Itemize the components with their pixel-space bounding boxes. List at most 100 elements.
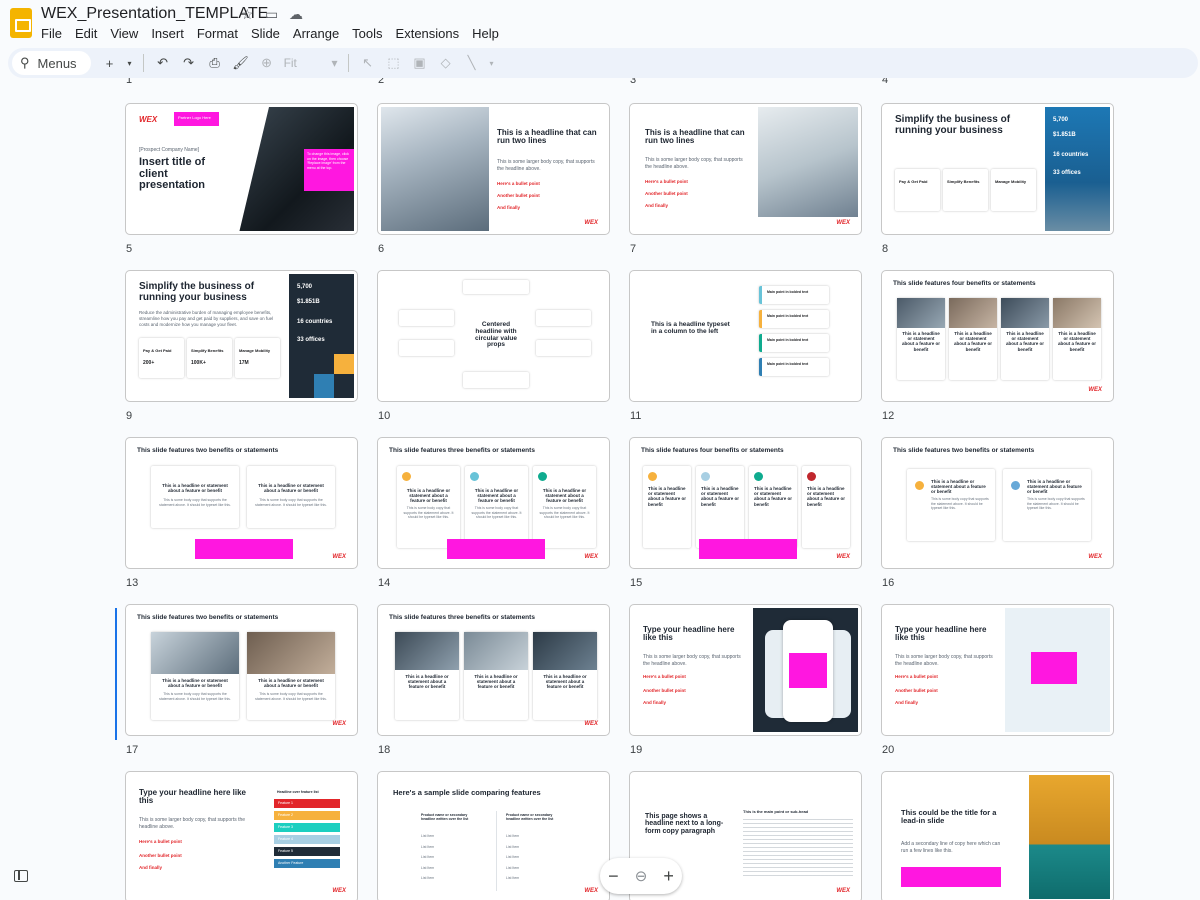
slide-title: This slide features three benefits or st…	[389, 447, 535, 454]
slide-thumbnail[interactable]: WEX Partner Logo Here [Prospect Company …	[125, 103, 358, 235]
slide-thumbnail[interactable]: Type your headline here like this This i…	[629, 604, 862, 736]
slide-body: Add a secondary line of copy here which …	[901, 841, 1001, 854]
slide-title: This is a headline that can run two line…	[645, 128, 745, 146]
search-icon: ⚲	[20, 55, 30, 70]
slide-thumbnail[interactable]: This slide features two benefits or stat…	[125, 437, 358, 569]
feature-list-title: Headline over feature list	[277, 790, 319, 794]
stat-revenue: $1.851B	[297, 299, 320, 305]
point-card: Main point in bolded text	[759, 286, 829, 304]
menu-help[interactable]: Help	[472, 25, 505, 43]
select-cursor-icon[interactable]: ↖	[357, 52, 379, 74]
slide-title: Centered headline with circular value pr…	[475, 321, 517, 349]
slide-thumbnail[interactable]: This slide features four benefits or sta…	[881, 270, 1114, 402]
zoom-in-icon[interactable]: +	[663, 866, 674, 887]
menu-slide[interactable]: Slide	[251, 25, 286, 43]
insert-image-icon[interactable]: ▣	[409, 52, 431, 74]
new-slide-icon[interactable]: +	[99, 52, 121, 74]
callout-box	[1031, 652, 1077, 684]
benefit-card: This is a headline or statement about a …	[464, 632, 528, 720]
menu-view[interactable]: View	[110, 25, 144, 43]
paint-format-icon[interactable]: 🖌	[230, 52, 252, 74]
new-slide-dropdown-icon[interactable]: ▾	[125, 52, 135, 74]
brand-logo: WEX	[139, 115, 158, 124]
zoom-icon[interactable]: ⊕	[256, 52, 278, 74]
zoom-reset-icon[interactable]: ⊖	[635, 867, 648, 885]
slide-thumbnail[interactable]: This is a headline that can run two line…	[377, 103, 610, 235]
menu-insert[interactable]: Insert	[151, 25, 190, 43]
menus-search-button[interactable]: ⚲ Menus	[12, 51, 91, 75]
line-icon[interactable]: ╲	[461, 52, 483, 74]
undo-icon[interactable]: ↶	[152, 52, 174, 74]
line-dropdown-icon[interactable]: ▾	[487, 52, 497, 74]
star-icon[interactable]: ☆	[241, 6, 254, 23]
slide-thumbnail[interactable]: This slide features four benefits or sta…	[629, 437, 862, 569]
toggle-sidebar-icon[interactable]	[14, 870, 28, 882]
benefit-card: This is a headline or statement about a …	[151, 466, 239, 528]
slide-thumbnail[interactable]: This could be the title for a lead-in sl…	[881, 771, 1114, 900]
benefit-card: This is a headline or statement about a …	[1001, 298, 1049, 380]
slide-number: 20	[882, 744, 895, 756]
slide-thumbnail[interactable]: Type your headline here like this This i…	[881, 604, 1114, 736]
menu-edit[interactable]: Edit	[75, 25, 103, 43]
brand-logo: WEX	[836, 220, 850, 226]
text-box-icon[interactable]: ⬚	[383, 52, 405, 74]
side-panel	[1005, 608, 1110, 732]
brand-logo: WEX	[584, 888, 598, 894]
slide-thumbnail[interactable]: Type your headline here like this This i…	[125, 771, 358, 900]
feature-row: Feature 5	[274, 847, 340, 856]
benefit-card: This is a headline or statement about a …	[749, 466, 797, 548]
menu-arrange[interactable]: Arrange	[293, 25, 345, 43]
card-label: Manage Mobility	[995, 179, 1027, 184]
slide-number: 4	[882, 78, 889, 86]
bullet-item: And finally	[895, 700, 919, 705]
slide-title: This slide features two benefits or stat…	[137, 614, 279, 621]
menu-format[interactable]: Format	[197, 25, 244, 43]
bullet-item: Another bullet point	[645, 191, 688, 196]
bullet-item: And finally	[497, 205, 521, 210]
print-icon[interactable]: ⎙	[204, 52, 226, 74]
zoom-controls: − ⊖ +	[600, 858, 682, 894]
benefit-icon	[701, 472, 710, 481]
card-photo	[247, 632, 335, 674]
list-column: List Item List Item List Item List Item List…	[421, 834, 435, 880]
menu-file[interactable]: File	[41, 25, 68, 43]
document-title[interactable]: WEX_Presentation_TEMPLATE	[41, 5, 268, 23]
accent-block	[334, 354, 354, 374]
shape-icon[interactable]: ◇	[435, 52, 457, 74]
card-label: Simplify Benefits	[947, 179, 980, 184]
bullet-item: And finally	[643, 700, 667, 705]
slide-body: This is some larger body copy, that supp…	[139, 817, 246, 830]
menu-tools[interactable]: Tools	[352, 25, 388, 43]
column-header: Product name or secondary headline writt…	[506, 813, 554, 821]
redo-icon[interactable]: ↷	[178, 52, 200, 74]
partner-logo-label: Partner Logo Here	[178, 115, 211, 120]
slide-thumbnail[interactable]: This is a headline that can run two line…	[629, 103, 862, 235]
menu-extensions[interactable]: Extensions	[396, 25, 466, 43]
benefit-icon	[915, 481, 924, 490]
slide-thumbnail[interactable]: This is a headline typeset in a column t…	[629, 270, 862, 402]
cloud-status-icon[interactable]: ☁	[289, 6, 303, 23]
slide-title: This slide features two benefits or stat…	[893, 447, 1035, 454]
slide-title: Here's a sample slide comparing features	[393, 788, 541, 797]
slides-logo-icon[interactable]	[10, 8, 32, 38]
slide-thumbnail[interactable]: This slide features three benefits or st…	[377, 604, 610, 736]
benefit-icon	[648, 472, 657, 481]
feature-row: Feature 2	[274, 811, 340, 820]
slide-thumbnail[interactable]: Simplify the business of running your bu…	[881, 103, 1114, 235]
slide-thumbnail[interactable]: Simplify the business of running your bu…	[125, 270, 358, 402]
divider	[142, 54, 144, 72]
bullet-item: Here's a bullet point	[895, 674, 938, 679]
card-photo	[1053, 298, 1101, 328]
slide-thumbnail[interactable]: This slide features two benefits or stat…	[125, 604, 358, 736]
zoom-select[interactable]: Fit ▾	[284, 56, 338, 70]
slide-thumbnail[interactable]: Centered headline with circular value pr…	[377, 270, 610, 402]
zoom-out-icon[interactable]: −	[608, 866, 619, 887]
slide-thumbnail[interactable]: Here's a sample slide comparing features…	[377, 771, 610, 900]
slide-number: 16	[882, 577, 895, 589]
benefit-icon	[754, 472, 763, 481]
point-label: Main point in bolded text	[767, 338, 809, 342]
move-folder-icon[interactable]: ▭	[265, 6, 278, 23]
card-label: Pay & Get Paid	[143, 348, 172, 353]
slide-thumbnail[interactable]: This slide features three benefits or st…	[377, 437, 610, 569]
slide-thumbnail[interactable]: This slide features two benefits or stat…	[881, 437, 1114, 569]
